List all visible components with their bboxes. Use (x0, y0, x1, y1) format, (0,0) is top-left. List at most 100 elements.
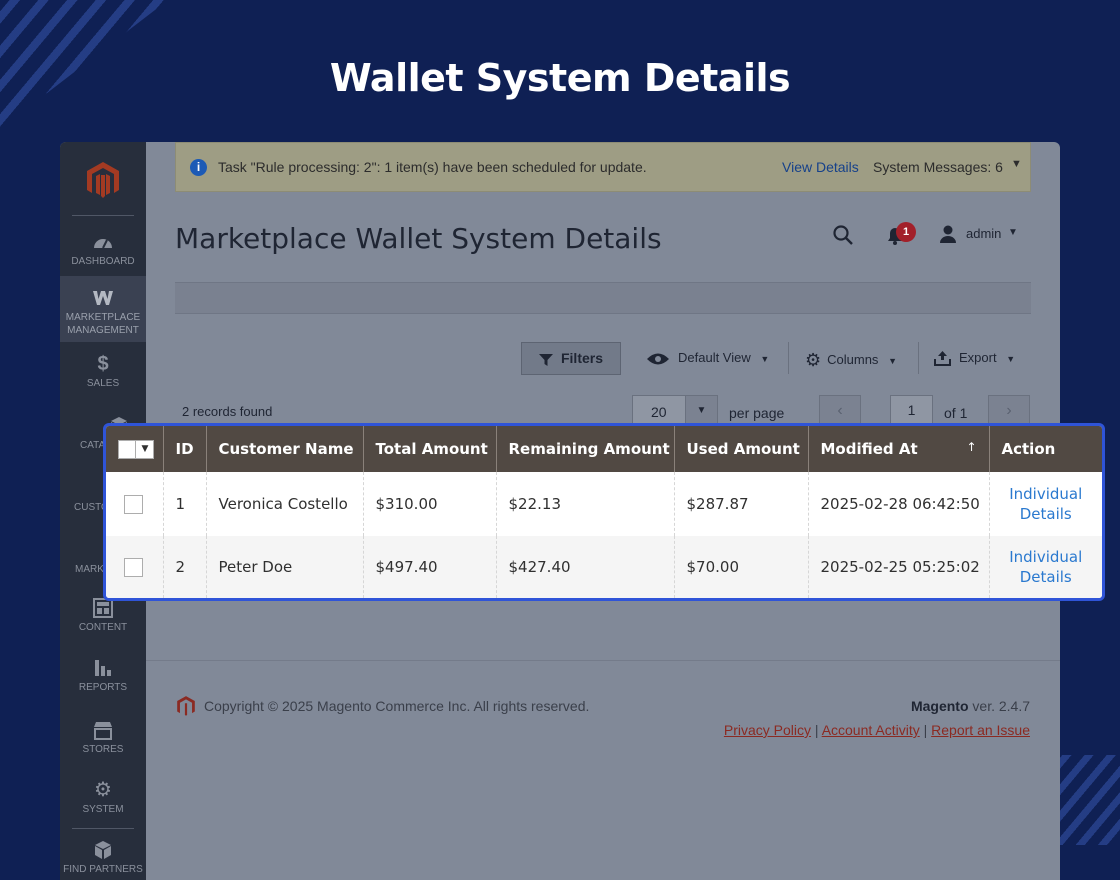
previous-page-button[interactable]: ‹ (819, 395, 861, 426)
row-checkbox[interactable] (124, 557, 143, 577)
sidebar-label: STORES (82, 744, 124, 755)
column-header-remaining-amount[interactable]: Remaining Amount (496, 426, 675, 472)
dollar-icon: $ (97, 353, 109, 375)
footer-divider (146, 660, 1060, 661)
search-icon[interactable] (832, 224, 854, 246)
report-issue-link[interactable]: Report an Issue (931, 722, 1030, 738)
per-page-value: 20 (651, 404, 667, 420)
sidebar-item-marketplace[interactable]: MARKETPLACE MANAGEMENT (60, 276, 146, 342)
columns-label: Columns (827, 352, 879, 367)
wallet-grid-highlight: ▼ ID Customer Name Total Amount Remainin… (103, 423, 1105, 601)
chevron-down-icon[interactable]: ▼ (1008, 227, 1018, 238)
columns-dropdown[interactable]: ⚙ Columns ▼ (805, 350, 897, 371)
magento-logo-icon[interactable] (85, 160, 121, 200)
cell-total-amount: $497.40 (363, 536, 497, 598)
sidebar-label: CONTENT (78, 622, 128, 633)
eye-icon (647, 353, 669, 365)
notification-badge: 1 (896, 222, 916, 242)
select-all-checkbox[interactable]: ▼ (118, 439, 154, 459)
sort-arrow-icon[interactable]: ↑ (966, 440, 976, 454)
individual-details-link[interactable]: Individual Details (989, 472, 1102, 536)
sidebar-item-system[interactable]: ⚙ SYSTEM (60, 780, 146, 816)
column-label: Modified At (820, 440, 918, 458)
sidebar-divider (72, 215, 134, 216)
brand-name: Magento (910, 698, 969, 714)
sidebar-label: DASHBOARD (71, 256, 135, 267)
column-header-used-amount[interactable]: Used Amount (674, 426, 809, 472)
export-label: Export (959, 350, 997, 365)
filters-button[interactable]: Filters (521, 342, 621, 375)
system-messages-toggle[interactable]: System Messages: 6 (873, 159, 1003, 175)
banner-title: Wallet System Details (329, 56, 791, 100)
cell-total-amount: $310.00 (363, 472, 497, 536)
default-view-dropdown[interactable]: Default View ▼ (646, 350, 769, 366)
cell-customer-name: Peter Doe (206, 536, 364, 598)
sidebar-item-dashboard[interactable]: DASHBOARD (60, 232, 146, 268)
view-details-link[interactable]: View Details (782, 159, 859, 175)
admin-user-menu[interactable]: admin (966, 226, 1001, 241)
sidebar-item-find-partners[interactable]: FIND PARTNERS (60, 840, 146, 876)
magento-logo-icon (177, 696, 195, 716)
version-text: Magento ver. 2.4.7 (911, 698, 1030, 714)
sidebar-item-stores[interactable]: STORES (60, 720, 146, 756)
stores-icon (92, 720, 114, 740)
gear-icon: ⚙ (805, 350, 822, 370)
sidebar-label: SALES (86, 378, 120, 389)
user-icon[interactable] (938, 224, 958, 244)
per-page-select[interactable]: 20 ▼ (632, 395, 718, 426)
row-checkbox[interactable] (124, 494, 143, 514)
export-dropdown[interactable]: Export ▼ (934, 350, 1015, 366)
content-icon (92, 598, 114, 618)
column-header-modified-at[interactable]: Modified At ↑ (808, 426, 990, 472)
info-icon: i (190, 159, 207, 176)
sidebar-item-sales[interactable]: $ SALES (60, 354, 146, 390)
row-select-cell[interactable] (106, 536, 164, 598)
default-view-label: Default View (678, 350, 751, 365)
sidebar-label: CATA (80, 440, 106, 451)
grid-header-row: ▼ ID Customer Name Total Amount Remainin… (106, 426, 1102, 472)
individual-details-link[interactable]: Individual Details (989, 536, 1102, 598)
cell-id: 1 (163, 472, 207, 536)
cell-remaining-amount: $427.40 (496, 536, 675, 598)
current-page-input[interactable]: 1 (890, 395, 933, 426)
cell-used-amount: $287.87 (674, 472, 809, 536)
system-message-bar: i Task "Rule processing: 2": 1 item(s) h… (175, 142, 1031, 192)
sidebar-label: REPORTS (78, 682, 128, 693)
cell-used-amount: $70.00 (674, 536, 809, 598)
records-found: 2 records found (182, 404, 273, 419)
column-header-customer-name[interactable]: Customer Name (206, 426, 364, 472)
table-row[interactable]: 2 Peter Doe $497.40 $427.40 $70.00 2025-… (106, 536, 1102, 598)
table-row[interactable]: 1 Veronica Costello $310.00 $22.13 $287.… (106, 472, 1102, 536)
footer-links: Privacy Policy | Account Activity | Repo… (723, 722, 1030, 738)
sidebar-item-reports[interactable]: REPORTS (60, 658, 146, 694)
dashboard-icon (92, 232, 114, 252)
select-all-header[interactable]: ▼ (106, 426, 164, 472)
account-activity-link[interactable]: Account Activity (822, 722, 920, 738)
column-header-action: Action (989, 426, 1102, 472)
chevron-down-icon[interactable]: ▼ (137, 441, 153, 458)
decor-stripes-bottom-right (1060, 755, 1120, 845)
reports-icon (92, 658, 114, 678)
toolbar-divider (918, 342, 919, 374)
sidebar-item-content[interactable]: CONTENT (60, 598, 146, 634)
gear-icon: ⚙ (94, 779, 112, 801)
column-header-total-amount[interactable]: Total Amount (363, 426, 497, 472)
privacy-policy-link[interactable]: Privacy Policy (724, 722, 811, 738)
chevron-down-icon[interactable]: ▼ (685, 396, 717, 425)
next-page-button[interactable]: › (988, 395, 1030, 426)
filters-label: Filters (560, 350, 603, 366)
page-actions-strip (175, 282, 1031, 314)
sidebar-divider (72, 828, 134, 829)
chevron-down-icon[interactable]: ▼ (1011, 158, 1022, 170)
cell-id: 2 (163, 536, 207, 598)
system-message-text: Task "Rule processing: 2": 1 item(s) hav… (218, 159, 647, 175)
filter-icon (538, 354, 553, 366)
row-select-cell[interactable] (106, 472, 164, 536)
version-number: ver. 2.4.7 (972, 698, 1030, 714)
copyright-text: Copyright © 2025 Magento Commerce Inc. A… (204, 698, 590, 714)
cell-modified-at: 2025-02-28 06:42:50 (808, 472, 990, 536)
export-icon (934, 351, 951, 366)
column-header-id[interactable]: ID (163, 426, 207, 472)
page-title: Marketplace Wallet System Details (175, 222, 662, 255)
cell-modified-at: 2025-02-25 05:25:02 (808, 536, 990, 598)
